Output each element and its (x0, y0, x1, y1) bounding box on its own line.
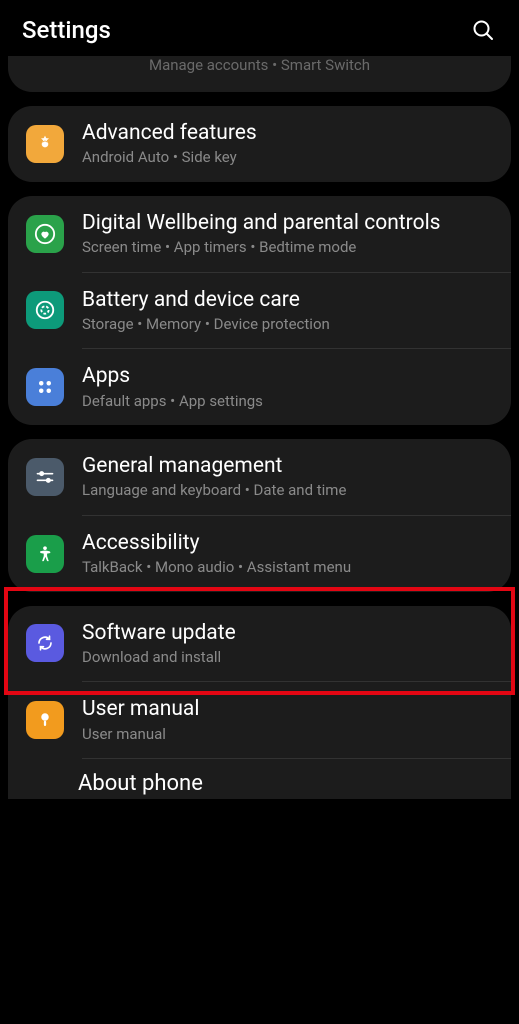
general-management-icon (26, 458, 64, 496)
row-title: Accessibility (82, 530, 493, 556)
row-subtitle: Download and install (82, 648, 493, 668)
partial-subtitle: Manage accounts • Smart Switch (8, 56, 511, 92)
text-col: Advanced features Android Auto • Side ke… (82, 120, 493, 168)
row-digital-wellbeing[interactable]: Digital Wellbeing and parental controls … (8, 196, 511, 272)
row-advanced-features[interactable]: Advanced features Android Auto • Side ke… (8, 106, 511, 182)
text-col: Digital Wellbeing and parental controls … (82, 210, 493, 258)
software-update-icon (26, 624, 64, 662)
row-title: Software update (82, 620, 493, 646)
row-subtitle: Storage • Memory • Device protection (82, 315, 493, 335)
row-title: User manual (82, 696, 493, 722)
row-subtitle: Default apps • App settings (82, 392, 493, 412)
row-title: Battery and device care (82, 287, 493, 313)
row-accessibility[interactable]: Accessibility TalkBack • Mono audio • As… (8, 516, 511, 592)
row-subtitle: Android Auto • Side key (82, 148, 493, 168)
apps-icon (26, 368, 64, 406)
row-subtitle: Language and keyboard • Date and time (82, 481, 493, 501)
text-col: Accessibility TalkBack • Mono audio • As… (82, 530, 493, 578)
advanced-icon (26, 125, 64, 163)
group-accounts-partial: Manage accounts • Smart Switch (8, 56, 511, 92)
row-title: General management (82, 453, 493, 479)
group-system: Software update Download and install Use… (8, 606, 511, 800)
row-software-update[interactable]: Software update Download and install (8, 606, 511, 682)
row-user-manual[interactable]: User manual User manual (8, 682, 511, 758)
group-advanced: Advanced features Android Auto • Side ke… (8, 106, 511, 182)
battery-icon (26, 291, 64, 329)
wellbeing-icon (26, 215, 64, 253)
header: Settings (0, 0, 519, 56)
row-battery-device-care[interactable]: Battery and device care Storage • Memory… (8, 273, 511, 349)
row-general-management[interactable]: General management Language and keyboard… (8, 439, 511, 515)
accessibility-icon (26, 535, 64, 573)
text-col: Apps Default apps • App settings (82, 363, 493, 411)
row-about-phone-partial[interactable]: About phone (8, 759, 511, 799)
text-col: General management Language and keyboard… (82, 453, 493, 501)
row-apps[interactable]: Apps Default apps • App settings (8, 349, 511, 425)
search-icon (471, 18, 495, 42)
row-title: Apps (82, 363, 493, 389)
search-button[interactable] (469, 16, 497, 44)
row-subtitle: Screen time • App timers • Bedtime mode (82, 238, 493, 258)
text-col: Battery and device care Storage • Memory… (82, 287, 493, 335)
row-subtitle: TalkBack • Mono audio • Assistant menu (82, 558, 493, 578)
row-subtitle: User manual (82, 725, 493, 745)
row-title: Advanced features (82, 120, 493, 146)
row-title: Digital Wellbeing and parental controls (82, 210, 493, 236)
page-title: Settings (22, 16, 111, 44)
text-col: Software update Download and install (82, 620, 493, 668)
user-manual-icon (26, 701, 64, 739)
group-device: Digital Wellbeing and parental controls … (8, 196, 511, 425)
group-general: General management Language and keyboard… (8, 439, 511, 592)
settings-list: Manage accounts • Smart Switch Advanced … (0, 56, 519, 799)
text-col: User manual User manual (82, 696, 493, 744)
